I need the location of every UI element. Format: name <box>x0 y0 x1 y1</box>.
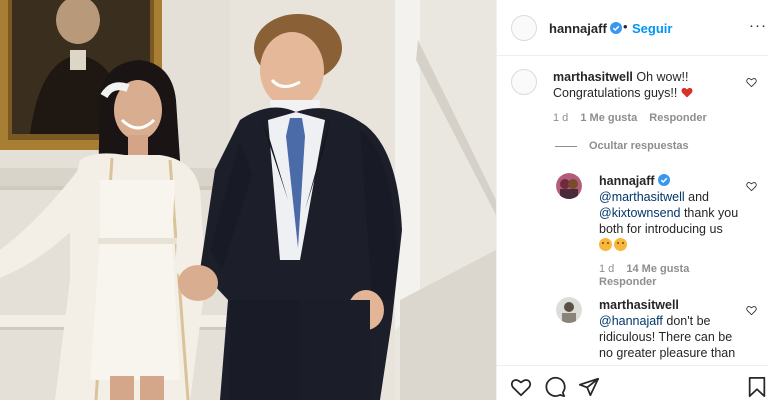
mention-link[interactable]: @marthasitwell <box>599 190 685 204</box>
post-actions-bar <box>497 365 768 400</box>
post-photo[interactable] <box>0 0 496 400</box>
reply-body: hannajaff @marthasitwell and @kixtownsen… <box>599 173 739 253</box>
hide-replies-toggle[interactable]: Ocultar respuestas <box>555 140 689 152</box>
more-options-icon[interactable]: ··· <box>749 17 767 34</box>
author-username-text[interactable]: hannajaff <box>549 21 607 36</box>
verified-badge-icon <box>657 174 670 186</box>
post-header: hannajaff • Seguir ··· <box>497 0 768 56</box>
marthasitwell-avatar-icon <box>556 297 582 323</box>
like-comment-heart-icon[interactable] <box>746 77 757 88</box>
reply-username[interactable]: hannajaff <box>599 174 670 188</box>
reply-avatar[interactable] <box>556 173 582 199</box>
reply-body: marthasitwell @hannajaff don't be ridicu… <box>599 297 739 361</box>
comment-likes[interactable]: 1 Me gusta <box>580 112 637 124</box>
comments-list[interactable]: marthasitwell Oh wow!! Congratulations g… <box>497 57 768 365</box>
header-separator: • <box>623 19 628 34</box>
comment-body: marthasitwell Oh wow!! Congratulations g… <box>553 69 733 101</box>
post-side-panel: hannajaff • Seguir ··· marthasitwell Oh … <box>496 0 768 400</box>
reply-likes[interactable]: 14 Me gusta <box>626 263 689 275</box>
hide-replies-label[interactable]: Ocultar respuestas <box>589 140 689 152</box>
bookmark-icon[interactable] <box>746 376 768 398</box>
reply-meta: 1 d 14 Me gusta Responder <box>599 263 698 289</box>
reply-time[interactable]: 1 d <box>599 263 614 275</box>
share-icon[interactable] <box>578 376 600 398</box>
red-heart-emoji-icon <box>681 87 693 98</box>
mention-link[interactable]: @kixtownsend <box>599 206 680 220</box>
commenter-avatar[interactable] <box>511 69 537 95</box>
author-avatar[interactable] <box>511 15 537 41</box>
author-username[interactable]: hannajaff <box>549 21 622 36</box>
reply-button[interactable]: Responder <box>599 276 656 288</box>
heart-icon[interactable] <box>510 376 532 398</box>
blush-emoji-icon <box>614 238 627 251</box>
reply-username[interactable]: marthasitwell <box>599 298 679 312</box>
replies-divider-line <box>555 145 577 147</box>
blush-emoji-icon <box>599 238 612 251</box>
reply-username-text[interactable]: hannajaff <box>599 174 655 188</box>
comment-time[interactable]: 1 d <box>553 112 568 124</box>
reply-text-part: and <box>684 190 709 204</box>
follow-button[interactable]: Seguir <box>632 21 672 36</box>
comment-icon[interactable] <box>544 376 566 398</box>
verified-badge-icon <box>609 22 622 34</box>
hannajaff-avatar-icon <box>556 173 582 199</box>
wedding-couple-photo <box>0 0 496 400</box>
like-comment-heart-icon[interactable] <box>746 181 757 192</box>
mention-link[interactable]: @hannajaff <box>599 314 663 328</box>
reply-button[interactable]: Responder <box>649 112 706 124</box>
comment-username[interactable]: marthasitwell <box>553 70 633 84</box>
like-comment-heart-icon[interactable] <box>746 305 757 316</box>
comment-meta: 1 d 1 Me gusta Responder <box>553 112 716 124</box>
reply-avatar[interactable] <box>556 297 582 323</box>
